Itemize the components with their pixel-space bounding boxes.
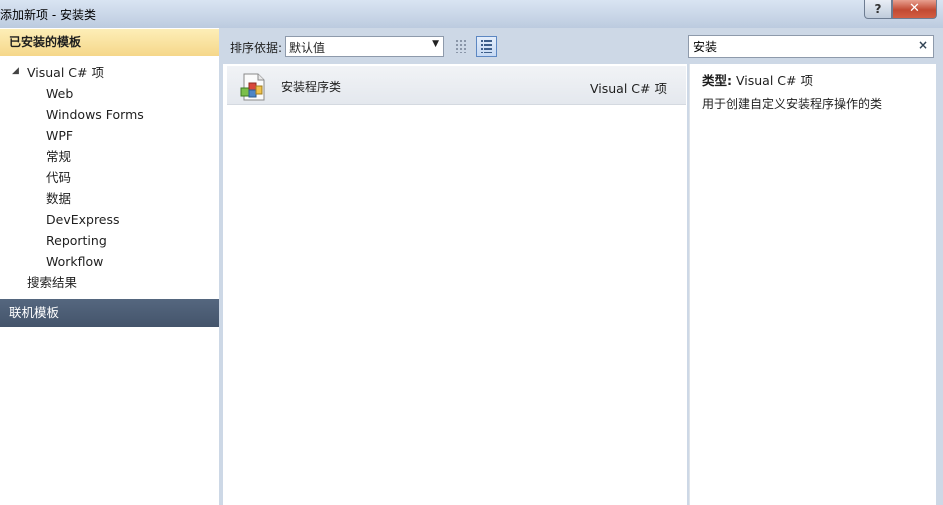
tree-item-devexpress[interactable]: DevExpress [46,210,120,230]
clear-search-icon[interactable]: × [918,38,928,52]
title-bar: 添加新项 - 安装类 ? ✕ [0,0,943,28]
sort-by-dropdown[interactable]: 默认值 ▼ [285,36,444,57]
item-type: Visual C# 项 [590,81,667,96]
tree-item-web[interactable]: Web [46,84,73,104]
type-label: 类型: [702,73,732,88]
sort-by-label: 排序依据: [230,41,283,55]
tree-item-workflow[interactable]: Workflow [46,252,103,272]
type-row: 类型: Visual C# 项 [702,70,813,89]
tree-item-general[interactable]: 常规 [46,147,71,167]
window-title: 添加新项 - 安装类 [0,8,96,22]
tree-item-visual-csharp[interactable]: Visual C# 项 [27,63,104,83]
search-input[interactable] [693,38,908,55]
item-description: 用于创建自定义安装程序操作的类 [702,97,883,111]
small-icons-view-button[interactable] [451,36,472,57]
details-view-icon [481,40,492,53]
close-button[interactable]: ✕ [892,0,937,19]
tree-item-code[interactable]: 代码 [46,168,71,188]
template-list: 安装程序类 Visual C# 项 [223,64,687,505]
search-box[interactable]: × [688,35,934,58]
help-button[interactable]: ? [864,0,892,19]
details-view-button[interactable] [476,36,497,57]
template-categories-panel: 已安装的模板 ◢ Visual C# 项 Web Windows Forms W… [0,28,219,505]
installed-templates-header[interactable]: 已安装的模板 [0,29,219,56]
tree-item-windows-forms[interactable]: Windows Forms [46,105,144,125]
window-edge [936,64,943,505]
tree-item-data[interactable]: 数据 [46,189,71,209]
chevron-down-icon: ▼ [432,39,439,49]
details-panel: 类型: Visual C# 项 用于创建自定义安装程序操作的类 [689,64,943,505]
help-icon: ? [874,2,882,16]
item-name: 安装程序类 [281,80,342,94]
tree-item-search-results[interactable]: 搜索结果 [27,273,77,293]
close-icon: ✕ [909,1,920,16]
expand-arrow-icon[interactable]: ◢ [12,66,19,76]
type-value: Visual C# 项 [735,73,813,88]
online-templates-header[interactable]: 联机模板 [0,299,219,327]
small-icons-view-icon [456,40,466,53]
sort-by-value: 默认值 [289,41,326,55]
tree-item-wpf[interactable]: WPF [46,126,73,146]
tree-item-reporting[interactable]: Reporting [46,231,107,251]
installer-class-icon [240,73,265,101]
list-item[interactable]: 安装程序类 Visual C# 项 [227,66,686,105]
